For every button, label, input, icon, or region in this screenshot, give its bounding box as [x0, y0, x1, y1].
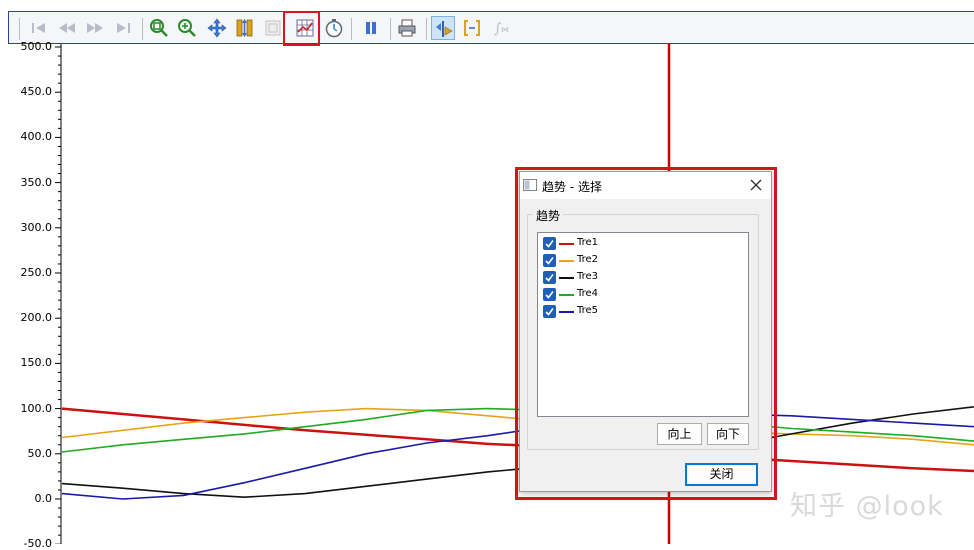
series-swatch: [559, 294, 574, 296]
trend-select-highlight: [283, 11, 320, 46]
checkbox[interactable]: [543, 305, 556, 318]
toolbar: ∫ ⋈: [8, 11, 974, 44]
close-button[interactable]: 关闭: [685, 463, 758, 486]
watermark: 知乎 @look: [790, 491, 944, 522]
toolbar-separator: [19, 18, 20, 40]
list-item[interactable]: Tre2: [543, 253, 733, 269]
list-item-label: Tre3: [577, 271, 599, 282]
timer-icon[interactable]: [322, 16, 346, 40]
toolbar-separator: [351, 18, 352, 40]
toolbar-separator: [426, 18, 427, 40]
zoom-fit-icon[interactable]: [147, 16, 171, 40]
last-icon[interactable]: [111, 16, 135, 40]
series-swatch: [559, 277, 574, 279]
app-icon: [523, 179, 537, 191]
series-swatch: [559, 260, 574, 262]
move-up-button[interactable]: 向上: [657, 423, 702, 445]
trend-plot[interactable]: 500.0 450.0 400.0 350.0 300.0 250.0 200.0 150.0…: [0, 40, 974, 550]
cursor-icon[interactable]: [431, 16, 455, 40]
checkbox[interactable]: [543, 288, 556, 301]
series-swatch: [559, 311, 574, 313]
move-down-button[interactable]: 向下: [707, 423, 749, 445]
y-axis-minor-ticks: [55, 46, 61, 544]
close-icon[interactable]: [747, 176, 765, 194]
list-item[interactable]: Tre4: [543, 287, 733, 303]
dialog-titlebar[interactable]: 趋势 - 选择: [520, 172, 771, 199]
pause-icon[interactable]: [359, 16, 383, 40]
trend-chart: [55, 44, 974, 544]
zoom-in-icon[interactable]: [175, 16, 199, 40]
list-item-label: Tre4: [577, 288, 599, 299]
function-icon[interactable]: ∫ ⋈: [489, 16, 513, 40]
toolbar-separator: [142, 18, 143, 40]
svg-text:⋈: ⋈: [501, 25, 509, 34]
bracket-icon[interactable]: [460, 16, 484, 40]
list-item-label: Tre5: [577, 305, 599, 316]
rewind-icon[interactable]: [55, 16, 79, 40]
trend-group-title: 趋势: [533, 207, 564, 224]
print-icon[interactable]: [395, 16, 419, 40]
toolbar-separator: [390, 18, 391, 40]
list-item-label: Tre1: [577, 237, 599, 248]
trend-select-dialog: 趋势 - 选择 趋势 Tre1 Tre2 Tre3 Tre4 Tre5 向上 向下 关闭: [519, 171, 772, 492]
checkbox[interactable]: [543, 271, 556, 284]
checkbox[interactable]: [543, 254, 556, 267]
pan-icon[interactable]: [205, 16, 229, 40]
first-icon[interactable]: [27, 16, 51, 40]
checkbox[interactable]: [543, 237, 556, 250]
dialog-title: 趋势 - 选择: [542, 180, 602, 194]
trend-list[interactable]: Tre1 Tre2 Tre3 Tre4 Tre5: [537, 232, 749, 417]
list-item-label: Tre2: [577, 254, 599, 265]
ruler-icon[interactable]: [233, 16, 257, 40]
list-item[interactable]: Tre5: [543, 304, 733, 320]
list-item[interactable]: Tre3: [543, 270, 733, 286]
list-item[interactable]: Tre1: [543, 236, 733, 252]
zoom-box-icon[interactable]: [261, 16, 285, 40]
forward-icon[interactable]: [83, 16, 107, 40]
series-swatch: [559, 243, 574, 245]
